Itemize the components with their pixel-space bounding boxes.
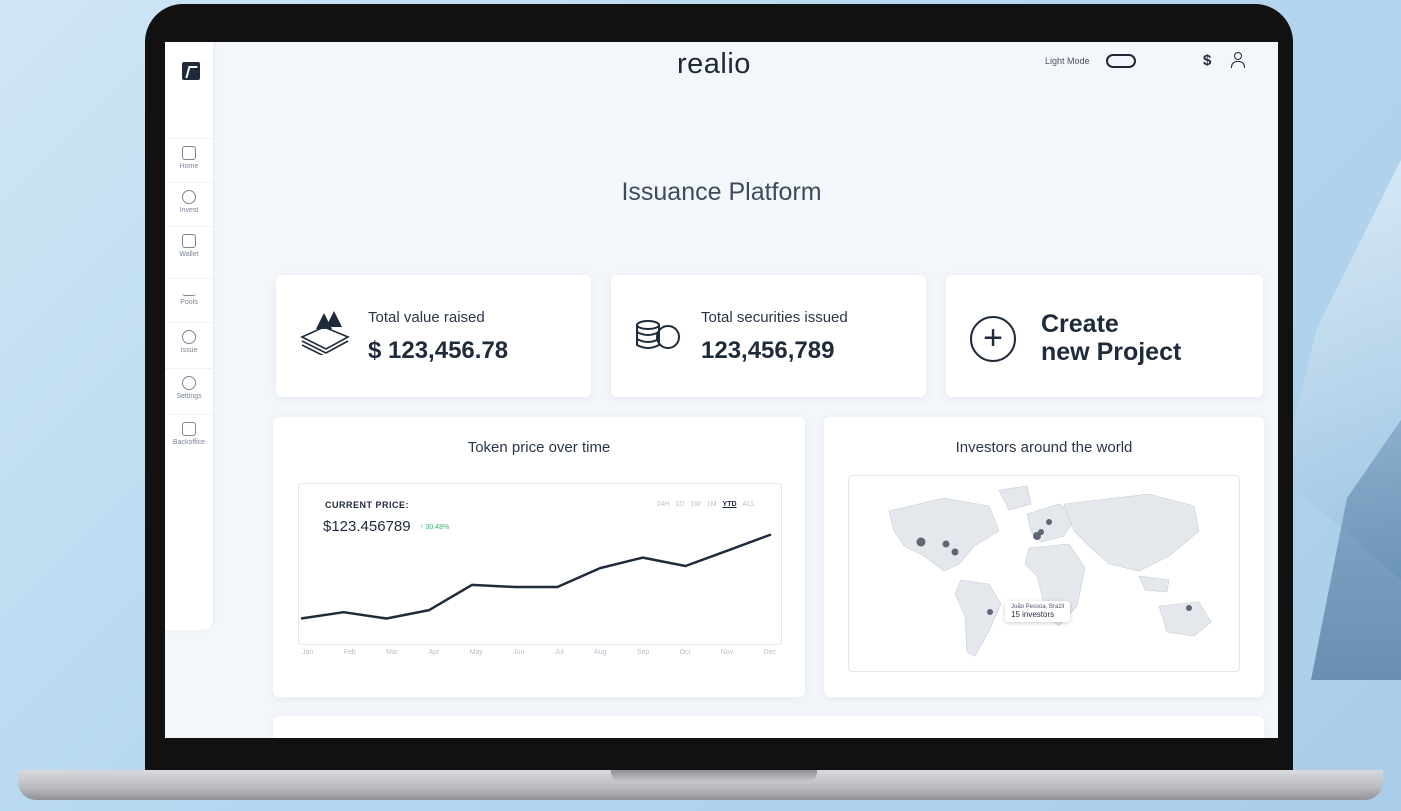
backoffice-icon — [182, 422, 196, 436]
australia-shape — [1158, 601, 1212, 637]
sidebar-item-home[interactable]: Home — [165, 138, 213, 183]
laptop-hinge-notch — [611, 770, 817, 782]
price-point[interactable] — [512, 584, 518, 590]
light-mode-label: Light Mode — [1045, 56, 1090, 66]
price-series-line — [300, 533, 772, 620]
map-marker[interactable] — [1046, 519, 1052, 525]
map-marker[interactable] — [1186, 605, 1192, 611]
x-tick-label: Dec — [763, 649, 776, 656]
total-value-raised-card: Total value raised $ 123,456.78 — [276, 275, 591, 397]
total-value-raised-label: Total value raised — [368, 309, 485, 326]
north-america-shape — [888, 497, 1000, 572]
x-tick-label: Apr — [428, 649, 440, 656]
sidebar-item-wallet[interactable]: Wallet — [165, 226, 213, 271]
price-point[interactable] — [383, 616, 389, 622]
token-chart-title: Token price over time — [467, 439, 611, 456]
price-point[interactable] — [554, 584, 560, 590]
southeast-asia-shape — [1138, 575, 1170, 593]
x-tick-label: Jan — [302, 649, 314, 656]
money-stack-icon — [300, 311, 350, 355]
create-project-line2: new Project — [1041, 338, 1182, 366]
south-america-shape — [954, 579, 1002, 657]
user-icon[interactable] — [1231, 52, 1245, 68]
sidebar-item-settings[interactable]: Settings — [165, 368, 213, 413]
tooltip-investor-count: 15 investors — [1011, 610, 1055, 619]
light-mode-toggle[interactable] — [1106, 54, 1136, 68]
price-point[interactable] — [426, 607, 432, 613]
x-tick-label: Oct — [679, 649, 691, 656]
x-tick-label: Jun — [513, 649, 525, 656]
sidebar-item-label: Backoffice — [172, 439, 206, 446]
price-point[interactable] — [768, 532, 774, 538]
price-point[interactable] — [597, 565, 603, 571]
wallet-icon — [182, 234, 196, 248]
bottom-panel — [273, 716, 1264, 738]
map-marker[interactable] — [987, 609, 993, 615]
pools-icon — [182, 286, 196, 296]
price-point[interactable] — [341, 609, 347, 615]
x-tick-label: Nov — [720, 649, 734, 656]
world-map-graphic — [888, 485, 1212, 657]
x-tick-label: Feb — [343, 649, 356, 656]
sidebar-item-backoffice[interactable]: Backoffice — [165, 414, 213, 459]
sidebar-item-pools[interactable]: Pools — [165, 278, 213, 323]
sidebar-item-label: Pools — [180, 299, 198, 306]
map-marker[interactable] — [1038, 529, 1044, 535]
greenland-shape — [998, 485, 1032, 511]
price-point[interactable] — [640, 555, 646, 561]
sidebar: Home Invest Wallet Pools Issue Settings … — [165, 42, 213, 630]
sidebar-item-label: Issue — [180, 347, 198, 354]
price-point[interactable] — [469, 582, 475, 588]
page-title: Issuance Platform — [621, 178, 822, 206]
issue-icon — [182, 330, 196, 344]
create-project-button[interactable]: Create new Project — [1041, 310, 1181, 366]
x-tick-label: Aug — [594, 649, 607, 656]
token-price-line-chart — [299, 532, 774, 622]
price-point[interactable] — [683, 563, 689, 569]
map-marker[interactable] — [916, 537, 926, 547]
world-map[interactable]: João Pessoa, Brazil 15 investors — [848, 475, 1240, 672]
sidebar-item-issue[interactable]: Issue — [165, 322, 213, 367]
sidebar-item-label: Home — [179, 163, 199, 170]
create-project-card[interactable]: + Create new Project — [946, 275, 1263, 397]
x-tick-label: Mar — [385, 649, 399, 656]
plus-icon: + — [970, 316, 1016, 362]
settings-icon — [182, 376, 196, 390]
home-icon — [182, 146, 196, 160]
sidebar-item-label: Settings — [176, 393, 202, 400]
total-securities-issued-card: Total securities issued 123,456,789 — [611, 275, 926, 397]
map-marker[interactable] — [942, 540, 950, 548]
token-chart-area: CURRENT PRICE: $123.456789 ↑ 30.48% 24H 1… — [298, 483, 782, 645]
price-point[interactable] — [299, 616, 304, 622]
investors-map-panel: Investors around the world João Pessoa, … — [824, 417, 1264, 697]
investors-map-title: Investors around the world — [955, 439, 1133, 456]
realio-logo-icon[interactable] — [182, 62, 200, 80]
create-project-line1: Create — [1041, 310, 1119, 338]
price-point[interactable] — [725, 547, 731, 553]
map-tooltip: João Pessoa, Brazil 15 investors — [1005, 601, 1071, 622]
sidebar-item-label: Wallet — [179, 251, 199, 258]
x-tick-label: Sep — [636, 649, 650, 656]
brand-wordmark: realio — [677, 48, 751, 80]
app-screen: Home Invest Wallet Pools Issue Settings … — [165, 42, 1278, 738]
total-value-raised-value: $ 123,456.78 — [368, 337, 509, 364]
token-price-panel: Token price over time CURRENT PRICE: $12… — [273, 417, 805, 697]
x-tick-label: May — [469, 649, 483, 656]
asia-shape — [1063, 493, 1200, 572]
currency-button[interactable]: $ — [1203, 52, 1211, 69]
x-tick-label: Jul — [554, 649, 564, 656]
total-securities-issued-label: Total securities issued — [701, 309, 848, 326]
map-marker[interactable] — [951, 548, 959, 556]
total-securities-issued-value: 123,456,789 — [701, 337, 835, 364]
coins-icon — [636, 320, 680, 349]
chart-x-axis: Jan Feb Mar Apr May Jun Jul Aug Sep Oct Nov Dec — [298, 649, 780, 656]
sidebar-item-label: Invest — [179, 207, 199, 214]
